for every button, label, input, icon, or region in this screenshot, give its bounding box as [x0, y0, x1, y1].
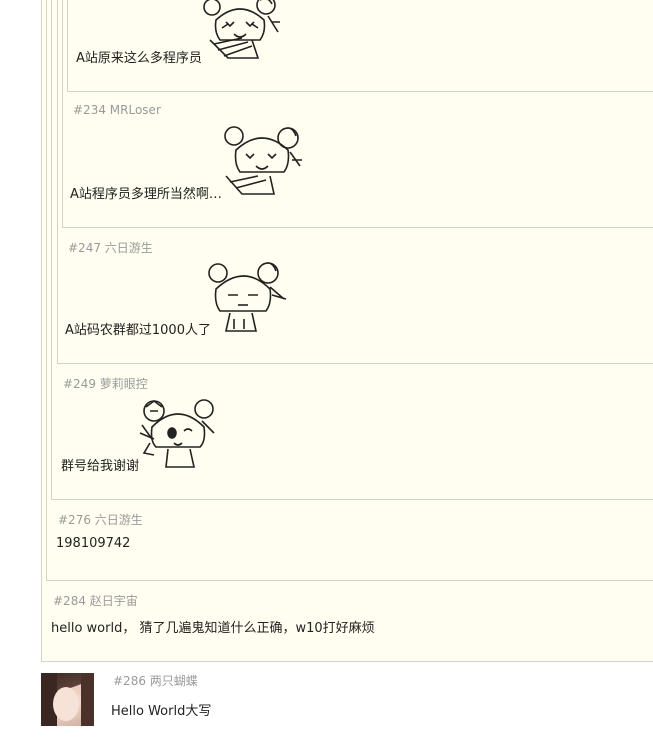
username-link[interactable]: 六日游生 [105, 241, 153, 255]
floor-number: #276 [58, 513, 91, 527]
comment-text: A站码农群都过1000人了 [65, 323, 211, 338]
laughing-sticker [224, 126, 302, 195]
comment-meta: #234 MRLoser [73, 103, 161, 117]
username-link[interactable]: MRLoser [110, 103, 161, 117]
waving-sticker [139, 399, 215, 468]
comment-meta: #276 六日游生 [58, 511, 143, 528]
quote-box-222 [67, 0, 653, 92]
comment-text: 198109742 [56, 536, 131, 551]
username-link[interactable]: 萝莉眼控 [100, 377, 148, 391]
comment-text: Hello World大写 [111, 704, 212, 719]
comment-meta: #284 赵日宇宙 [53, 592, 138, 609]
comment-text: A站程序员多理所当然啊… [70, 187, 222, 202]
username-link[interactable]: 赵日宇宙 [90, 594, 138, 608]
floor-number: #234 [73, 103, 106, 117]
comment-text: A站原来这么多程序员 [76, 51, 202, 66]
username-link[interactable]: 六日游生 [95, 513, 143, 527]
comment-meta: #286 两只蝴蝶 [113, 672, 198, 689]
comment-text: hello world， 猜了几遍鬼知道什么正确，w10打好麻烦 [51, 621, 375, 636]
comment-text: 群号给我谢谢 [61, 459, 140, 474]
comment-meta: #249 萝莉眼控 [63, 375, 148, 392]
floor-number: #286 [113, 674, 146, 688]
floor-number: #247 [68, 241, 101, 255]
floor-number: #249 [63, 377, 96, 391]
username-link[interactable]: 两只蝴蝶 [150, 674, 198, 688]
laughing-sticker [203, 0, 280, 59]
sleepy-sticker [208, 262, 287, 332]
floor-number: #284 [53, 594, 86, 608]
avatar[interactable] [41, 673, 94, 726]
comment-meta: #247 六日游生 [68, 239, 153, 256]
